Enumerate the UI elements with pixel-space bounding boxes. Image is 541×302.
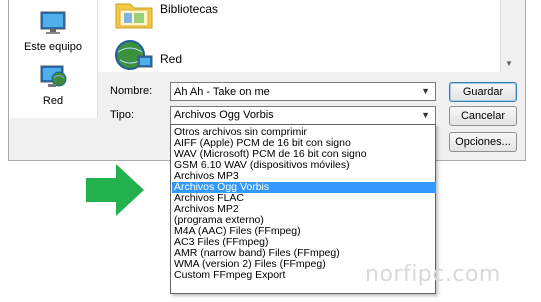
folder-icon	[115, 3, 153, 29]
dropdown-option[interactable]: AC3 Files (FFmpeg)	[172, 237, 436, 248]
list-item-bibliotecas[interactable]: Bibliotecas	[114, 0, 218, 33]
dropdown-option[interactable]: Archivos MP2	[172, 204, 436, 215]
dropdown-option[interactable]: Archivos MP3	[172, 171, 436, 182]
file-name-value: Ah Ah - Take on me	[174, 86, 270, 98]
computer-icon	[40, 11, 66, 34]
dropdown-option-selected[interactable]: Archivos Ogg Vorbis	[172, 182, 436, 193]
tipo-label: Tipo:	[110, 109, 135, 121]
chevron-down-icon[interactable]: ▼	[421, 83, 430, 99]
dropdown-option[interactable]: Archivos FLAC	[172, 193, 436, 204]
dropdown-option[interactable]: AMR (narrow band) Files (FFmpeg)	[172, 248, 436, 259]
nav-item-label: Este equipo	[23, 41, 83, 53]
green-arrow-icon	[86, 164, 144, 216]
chevron-down-icon[interactable]: ▼	[421, 108, 430, 123]
network-globe-icon	[115, 40, 153, 70]
save-button[interactable]: Guardar	[449, 82, 517, 102]
file-list-scrollbar[interactable]: ▼	[500, 0, 518, 72]
dropdown-option[interactable]: Otros archivos sin comprimir	[172, 127, 436, 138]
cancel-button[interactable]: Cancelar	[449, 106, 517, 126]
scroll-down-icon[interactable]: ▼	[505, 59, 513, 68]
options-button[interactable]: Opciones...	[449, 132, 517, 152]
nav-item-label: Red	[42, 95, 64, 107]
file-name-input[interactable]: Ah Ah - Take on me ▼	[170, 82, 436, 101]
network-icon	[40, 65, 67, 87]
navigation-pane: Este equipo Red	[9, 0, 98, 118]
nav-item-este-equipo[interactable]: Este equipo	[9, 10, 97, 53]
watermark: norfipc.com	[365, 262, 501, 287]
dropdown-option[interactable]: (programa externo)	[172, 215, 436, 226]
dropdown-option[interactable]: WAV (Microsoft) PCM de 16 bit con signo	[172, 149, 436, 160]
nombre-label: Nombre:	[110, 85, 153, 97]
file-type-select[interactable]: Archivos Ogg Vorbis ▼	[170, 106, 436, 125]
list-item-label: Bibliotecas	[160, 2, 219, 16]
list-item-red[interactable]: Red	[114, 38, 182, 75]
list-item-label: Red	[160, 52, 183, 66]
nav-item-red[interactable]: Red	[9, 64, 97, 107]
file-type-value: Archivos Ogg Vorbis	[174, 109, 274, 121]
dropdown-option[interactable]: M4A (AAC) Files (FFmpeg)	[172, 226, 436, 237]
dropdown-option[interactable]: GSM 6.10 WAV (dispositivos móviles)	[172, 160, 436, 171]
dropdown-option[interactable]: AIFF (Apple) PCM de 16 bit con signo	[172, 138, 436, 149]
